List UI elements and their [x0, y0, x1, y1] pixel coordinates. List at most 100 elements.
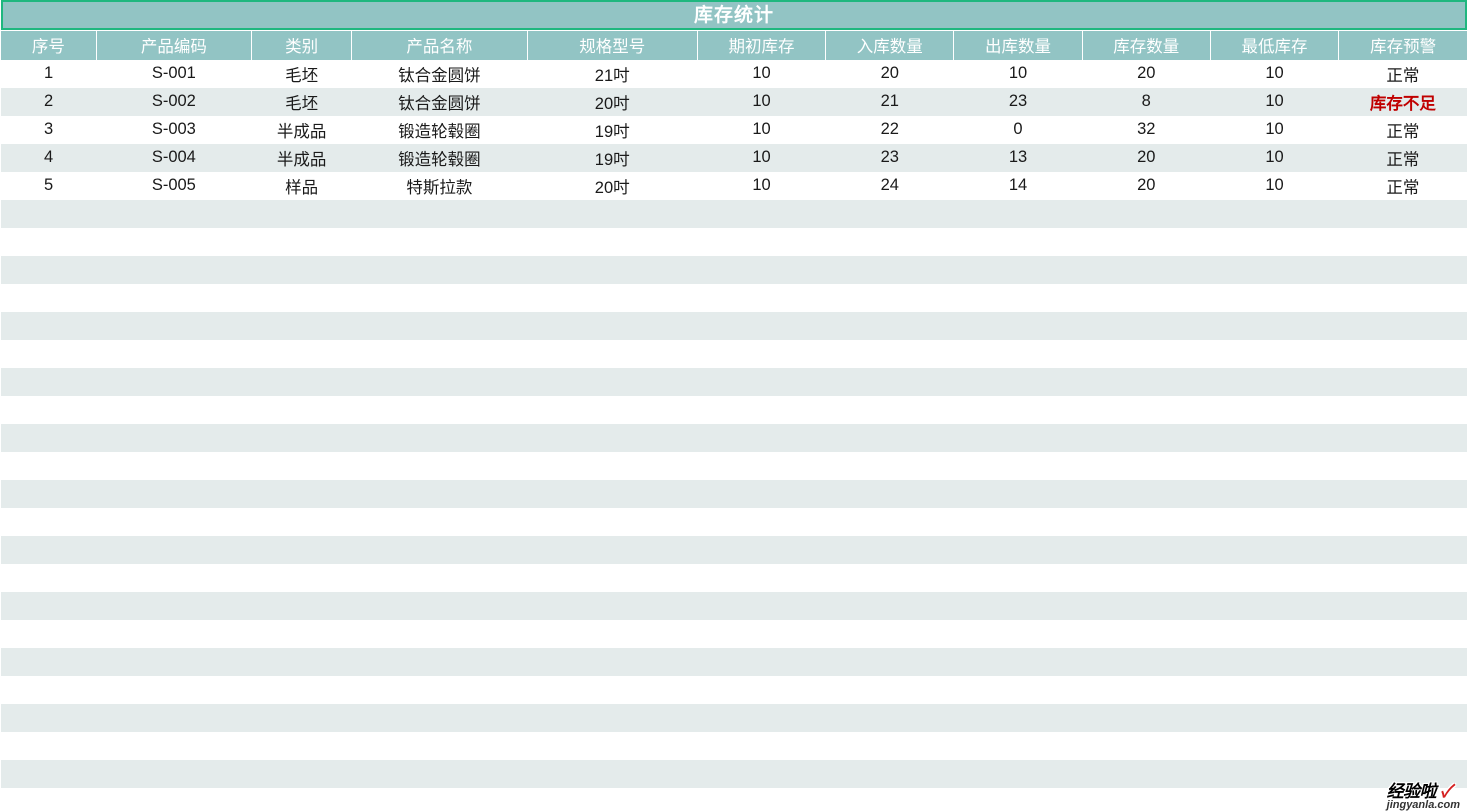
cell-in: 22	[826, 116, 954, 144]
empty-cell	[954, 284, 1082, 312]
empty-cell	[96, 648, 251, 676]
cell-stock: 8	[1082, 88, 1210, 116]
empty-cell	[352, 452, 527, 480]
empty-cell	[527, 564, 697, 592]
empty-cell	[352, 228, 527, 256]
empty-cell	[96, 620, 251, 648]
empty-cell	[1210, 592, 1338, 620]
empty-cell	[826, 368, 954, 396]
empty-cell	[527, 228, 697, 256]
empty-cell	[1, 256, 96, 284]
empty-row	[1, 480, 1467, 508]
empty-cell	[697, 480, 825, 508]
empty-cell	[1, 732, 96, 760]
empty-cell	[1339, 704, 1467, 732]
empty-cell	[96, 200, 251, 228]
inventory-table: 序号 产品编码 类别 产品名称 规格型号 期初库存 入库数量 出库数量 库存数量…	[1, 30, 1467, 788]
empty-cell	[252, 340, 352, 368]
empty-cell	[96, 480, 251, 508]
empty-cell	[96, 704, 251, 732]
empty-cell	[954, 760, 1082, 788]
empty-cell	[697, 676, 825, 704]
empty-cell	[1339, 340, 1467, 368]
table-row: 3S-003半成品锻造轮毂圈19吋102203210正常	[1, 116, 1467, 144]
empty-cell	[252, 312, 352, 340]
empty-cell	[1, 312, 96, 340]
empty-cell	[96, 340, 251, 368]
empty-cell	[1082, 452, 1210, 480]
col-header-stock: 库存数量	[1082, 31, 1210, 60]
empty-cell	[1, 368, 96, 396]
empty-cell	[954, 368, 1082, 396]
cell-seq: 1	[1, 60, 96, 88]
empty-cell	[252, 564, 352, 592]
cell-alert: 正常	[1339, 172, 1467, 200]
empty-cell	[352, 340, 527, 368]
empty-cell	[1339, 592, 1467, 620]
empty-cell	[1210, 396, 1338, 424]
empty-cell	[1, 536, 96, 564]
empty-cell	[1210, 284, 1338, 312]
empty-cell	[826, 620, 954, 648]
empty-cell	[252, 760, 352, 788]
empty-row	[1, 424, 1467, 452]
col-header-code: 产品编码	[96, 31, 251, 60]
cell-spec: 20吋	[527, 172, 697, 200]
empty-cell	[1082, 340, 1210, 368]
empty-cell	[527, 704, 697, 732]
empty-cell	[352, 704, 527, 732]
cell-seq: 5	[1, 172, 96, 200]
cell-out: 23	[954, 88, 1082, 116]
empty-row	[1, 284, 1467, 312]
empty-cell	[1, 284, 96, 312]
empty-cell	[954, 200, 1082, 228]
empty-cell	[1210, 732, 1338, 760]
empty-cell	[826, 480, 954, 508]
col-header-begin: 期初库存	[697, 31, 825, 60]
empty-cell	[826, 564, 954, 592]
empty-cell	[1210, 312, 1338, 340]
empty-cell	[252, 228, 352, 256]
empty-cell	[1082, 536, 1210, 564]
cell-alert: 正常	[1339, 144, 1467, 172]
empty-cell	[527, 284, 697, 312]
cell-cat: 样品	[252, 172, 352, 200]
empty-cell	[954, 676, 1082, 704]
empty-cell	[1210, 704, 1338, 732]
empty-cell	[697, 732, 825, 760]
empty-cell	[1082, 704, 1210, 732]
empty-cell	[252, 508, 352, 536]
empty-cell	[1210, 676, 1338, 704]
cell-begin: 10	[697, 60, 825, 88]
empty-cell	[96, 284, 251, 312]
empty-cell	[954, 424, 1082, 452]
empty-cell	[697, 284, 825, 312]
cell-in: 21	[826, 88, 954, 116]
empty-cell	[1210, 340, 1338, 368]
empty-cell	[1339, 676, 1467, 704]
cell-stock: 20	[1082, 172, 1210, 200]
table-row: 5S-005样品特斯拉款20吋1024142010正常	[1, 172, 1467, 200]
empty-cell	[352, 536, 527, 564]
empty-cell	[527, 676, 697, 704]
cell-in: 23	[826, 144, 954, 172]
cell-name: 钛合金圆饼	[352, 60, 527, 88]
empty-cell	[252, 424, 352, 452]
cell-stock: 32	[1082, 116, 1210, 144]
empty-cell	[1339, 536, 1467, 564]
empty-cell	[352, 424, 527, 452]
empty-cell	[697, 508, 825, 536]
empty-cell	[697, 536, 825, 564]
empty-cell	[527, 592, 697, 620]
empty-cell	[527, 396, 697, 424]
empty-cell	[527, 732, 697, 760]
empty-cell	[697, 452, 825, 480]
cell-min: 10	[1210, 144, 1338, 172]
empty-row	[1, 452, 1467, 480]
empty-row	[1, 620, 1467, 648]
empty-cell	[954, 732, 1082, 760]
empty-cell	[697, 368, 825, 396]
empty-cell	[96, 396, 251, 424]
cell-code: S-005	[96, 172, 251, 200]
cell-in: 24	[826, 172, 954, 200]
